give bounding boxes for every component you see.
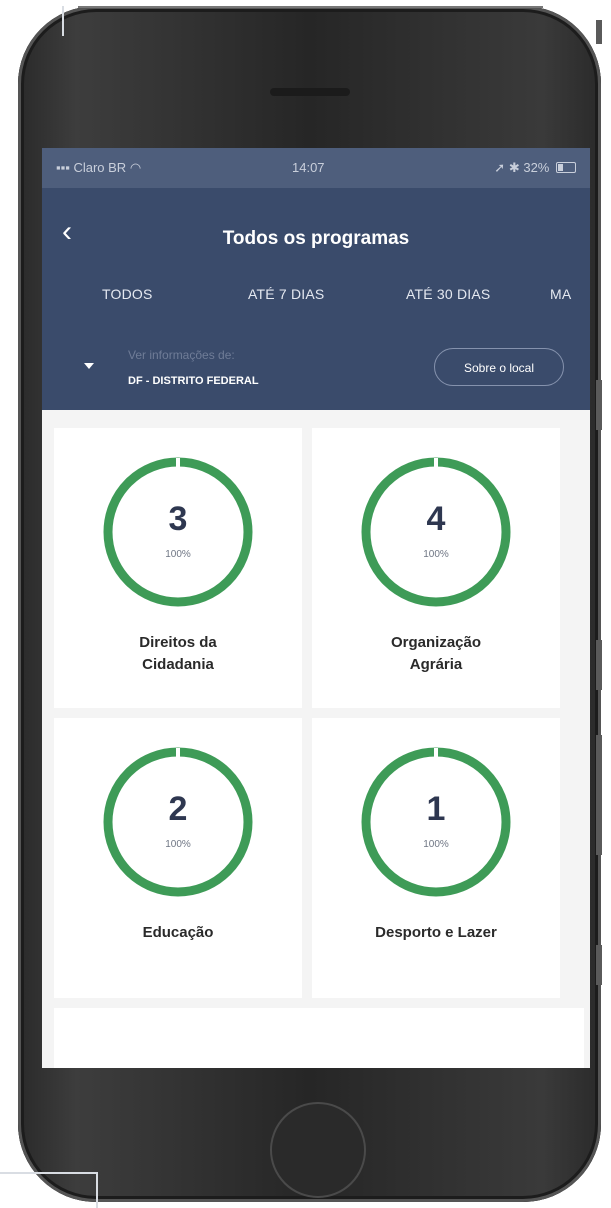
program-name-line: Agrária	[409, 656, 463, 673]
page: ▪▪▪ Claro BR ◠ 14:07 ➚ ✱ 32% ‹ Todos os …	[0, 0, 611, 1208]
program-card[interactable]: 3 100% Direitos da Cidadania	[54, 428, 302, 708]
program-card[interactable]: 4 100% Organização Agrária	[312, 428, 560, 708]
tab-ate-7-dias[interactable]: ATÉ 7 DIAS	[248, 286, 324, 302]
clock: 14:07	[292, 160, 325, 175]
program-count: 1	[426, 790, 446, 828]
location-caption: Ver informações de:	[128, 348, 235, 362]
next-card-row	[54, 1008, 584, 1068]
program-name: Organização Agrária	[312, 632, 560, 676]
program-count: 3	[168, 500, 188, 538]
app-header: ▪▪▪ Claro BR ◠ 14:07 ➚ ✱ 32% ‹ Todos os …	[42, 148, 590, 410]
program-count: 4	[426, 500, 446, 538]
phone-side-button	[596, 20, 602, 44]
phone-side-button	[596, 945, 602, 985]
home-button[interactable]	[270, 1102, 366, 1198]
phone-side-button	[596, 380, 602, 430]
program-card[interactable]: 1 100% Desporto e Lazer	[312, 718, 560, 998]
earpiece-speaker	[270, 88, 350, 96]
progress-ring: 1 100%	[360, 746, 512, 898]
chevron-down-icon[interactable]	[84, 363, 94, 369]
phone-side-button	[596, 735, 602, 855]
tab-todos[interactable]: TODOS	[102, 286, 153, 302]
period-tabs: TODOS ATÉ 7 DIAS ATÉ 30 DIAS MA	[42, 286, 590, 316]
bluetooth-icon: ✱	[508, 160, 520, 175]
signal-icon: ▪▪▪	[56, 160, 70, 175]
carrier-signal: ▪▪▪ Claro BR ◠	[56, 160, 141, 176]
progress-ring: 2 100%	[102, 746, 254, 898]
carrier-name: Claro BR	[73, 160, 127, 175]
program-percent: 100%	[165, 839, 191, 850]
program-percent: 100%	[423, 839, 449, 850]
program-name: Educação	[54, 922, 302, 944]
program-name-line: Organização	[390, 634, 482, 651]
program-name-line: Cidadania	[142, 656, 214, 673]
location-arrow-icon: ➚	[494, 160, 506, 175]
progress-ring: 3 100%	[102, 456, 254, 608]
frame-bracket	[0, 1172, 98, 1208]
tab-ate-30-dias[interactable]: ATÉ 30 DIAS	[406, 286, 490, 302]
status-bar: ▪▪▪ Claro BR ◠ 14:07 ➚ ✱ 32%	[42, 148, 590, 188]
program-name-line: Desporto e Lazer	[375, 924, 497, 941]
location-selector[interactable]: DF - DISTRITO FEDERAL	[128, 375, 259, 387]
battery-percent: 32%	[523, 160, 550, 175]
battery-icon	[556, 162, 576, 173]
program-percent: 100%	[165, 549, 191, 560]
program-count: 2	[168, 790, 188, 828]
program-name: Desporto e Lazer	[312, 922, 560, 944]
program-card[interactable]: 2 100% Educação	[54, 718, 302, 998]
wifi-icon: ◠	[129, 160, 142, 175]
program-name-line: Educação	[142, 924, 214, 941]
app-screen: ▪▪▪ Claro BR ◠ 14:07 ➚ ✱ 32% ‹ Todos os …	[42, 148, 590, 1068]
frame-bracket	[0, 6, 64, 36]
phone-side-button	[596, 640, 602, 690]
progress-ring: 4 100%	[360, 456, 512, 608]
program-percent: 100%	[423, 549, 449, 560]
page-title: Todos os programas	[222, 228, 410, 249]
program-name: Direitos da Cidadania	[54, 632, 302, 676]
battery-status: ➚ ✱ 32%	[494, 160, 576, 176]
phone-edge	[78, 6, 543, 8]
about-location-button[interactable]: Sobre o local	[434, 348, 564, 386]
program-name-line: Direitos da	[139, 634, 217, 651]
tab-more[interactable]: MA	[550, 286, 571, 302]
